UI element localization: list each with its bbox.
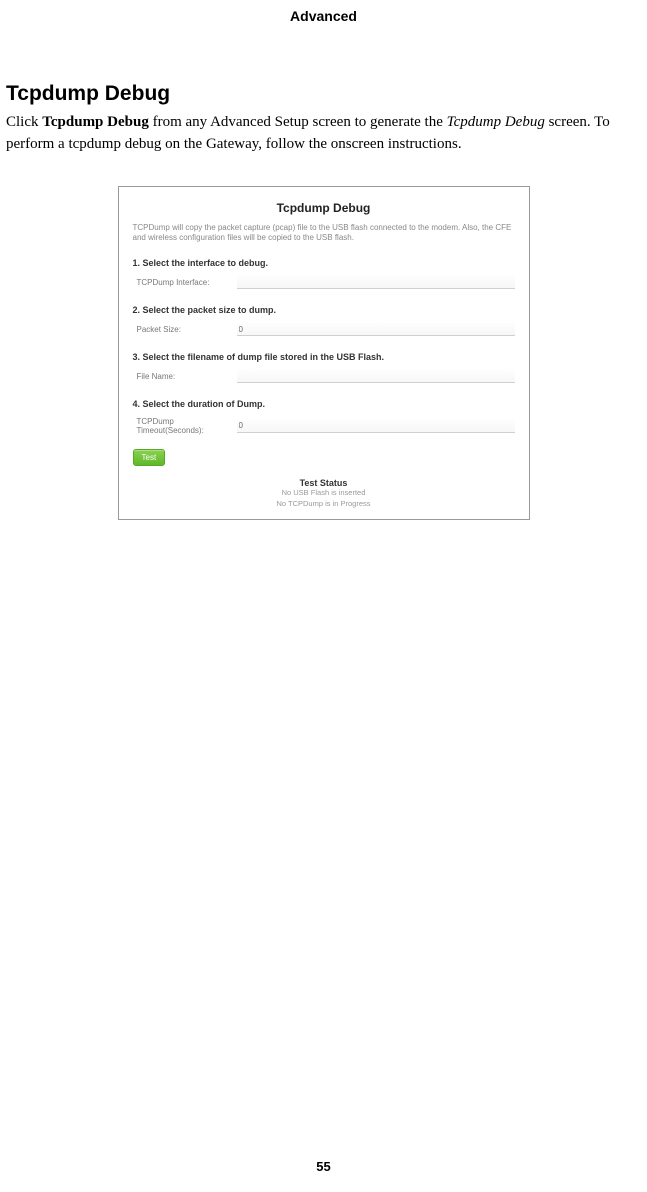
test-button[interactable]: Test [133, 449, 166, 466]
para-prefix: Click [6, 114, 42, 130]
timeout-label: TCPDump Timeout(Seconds): [137, 417, 237, 435]
step-1-label: 1. Select the interface to debug. [133, 258, 519, 268]
para-mid: from any Advanced Setup screen to genera… [149, 114, 447, 130]
section-title: Tcpdump Debug [6, 82, 641, 106]
screenshot-frame: Tcpdump Debug TCPDump will copy the pack… [118, 186, 530, 521]
para-bold: Tcpdump Debug [42, 114, 149, 130]
status-title: Test Status [129, 478, 519, 488]
interface-row: TCPDump Interface: [129, 274, 519, 295]
para-italic: Tcpdump Debug [447, 114, 545, 130]
timeout-input[interactable] [237, 420, 515, 433]
page-number: 55 [0, 1159, 647, 1174]
interface-input[interactable] [237, 276, 515, 289]
packet-row: Packet Size: [129, 321, 519, 342]
section-paragraph: Click Tcpdump Debug from any Advanced Se… [6, 112, 641, 156]
filename-input[interactable] [237, 370, 515, 383]
timeout-row: TCPDump Timeout(Seconds): [129, 415, 519, 441]
screenshot-title: Tcpdump Debug [129, 201, 519, 215]
packet-input[interactable] [237, 323, 515, 336]
content-area: Tcpdump Debug Click Tcpdump Debug from a… [0, 82, 647, 520]
filename-row: File Name: [129, 368, 519, 389]
filename-label: File Name: [137, 372, 237, 381]
status-line-1: No USB Flash is inserted [129, 488, 519, 499]
packet-label: Packet Size: [137, 325, 237, 334]
screenshot-description: TCPDump will copy the packet capture (pc… [129, 223, 519, 245]
interface-label: TCPDump Interface: [137, 278, 237, 287]
step-2-label: 2. Select the packet size to dump. [133, 305, 519, 315]
page-header: Advanced [0, 0, 647, 24]
step-4-label: 4. Select the duration of Dump. [133, 399, 519, 409]
status-line-2: No TCPDump is in Progress [129, 499, 519, 510]
step-3-label: 3. Select the filename of dump file stor… [133, 352, 519, 362]
